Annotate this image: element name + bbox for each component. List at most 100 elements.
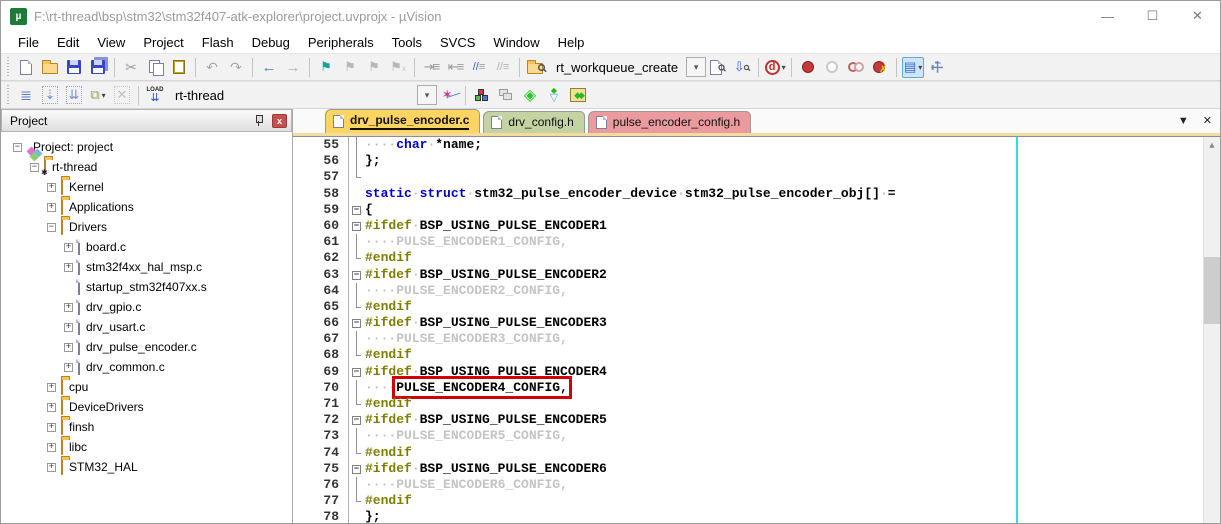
redo-button[interactable]: ↷: [225, 57, 247, 78]
code-editor[interactable]: 55····char·*name;56};5758static·struct·s…: [293, 136, 1220, 523]
tree-item-board-c[interactable]: +board.c: [1, 237, 292, 257]
expand-icon[interactable]: +: [64, 363, 73, 372]
line-number[interactable]: 68: [293, 347, 349, 363]
tree-item-libc[interactable]: +libc: [1, 437, 292, 457]
disable-breakpoint-button[interactable]: [821, 57, 843, 78]
tree-item-drv-pulse-encoder-c[interactable]: +drv_pulse_encoder.c: [1, 337, 292, 357]
runtime-environment-button[interactable]: ◈: [519, 85, 541, 106]
undo-button[interactable]: ↶: [201, 57, 223, 78]
new-file-button[interactable]: [15, 57, 37, 78]
line-number[interactable]: 66: [293, 315, 349, 331]
toolbar-grip[interactable]: [6, 57, 11, 77]
target-options-button[interactable]: ✶╱: [438, 85, 460, 106]
translate-button[interactable]: ≣: [15, 85, 37, 106]
disable-all-breakpoints-button[interactable]: [845, 57, 867, 78]
stop-build-button[interactable]: ✕: [111, 85, 133, 106]
fold-marker-icon[interactable]: −: [349, 202, 365, 218]
fold-marker-icon[interactable]: −: [349, 267, 365, 283]
debug-button[interactable]: d▾: [764, 57, 786, 78]
prev-bookmark-button[interactable]: ⚑: [339, 57, 361, 78]
search-combo-dropdown-icon[interactable]: ▾: [686, 57, 706, 77]
line-number[interactable]: 61: [293, 234, 349, 250]
clear-bookmarks-button[interactable]: ⚑x: [387, 57, 409, 78]
tree-item-drv-usart-c[interactable]: +drv_usart.c: [1, 317, 292, 337]
cut-button[interactable]: ✂: [120, 57, 142, 78]
line-number[interactable]: 56: [293, 153, 349, 169]
batch-build-button[interactable]: ⧉▾: [87, 85, 109, 106]
tab-drv-config-h[interactable]: drv_config.h: [483, 111, 584, 133]
maximize-button[interactable]: ☐: [1130, 1, 1175, 31]
tree-item-drv-gpio-c[interactable]: +drv_gpio.c: [1, 297, 292, 317]
expand-icon[interactable]: +: [47, 403, 56, 412]
menu-view[interactable]: View: [88, 33, 134, 52]
panel-close-icon[interactable]: x: [272, 114, 287, 128]
indent-left-button[interactable]: ⇤≡: [444, 57, 466, 78]
collapse-icon[interactable]: −: [47, 223, 56, 232]
menu-peripherals[interactable]: Peripherals: [299, 33, 383, 52]
tab-close-icon[interactable]: ✕: [1203, 114, 1212, 127]
line-number[interactable]: 74: [293, 445, 349, 461]
expand-icon[interactable]: +: [64, 303, 73, 312]
configure-wrench-button[interactable]: ⚒: [926, 57, 948, 78]
tab-pulse-encoder-config-h[interactable]: pulse_encoder_config.h: [588, 111, 751, 133]
kill-all-breakpoints-button[interactable]: ✗: [869, 57, 891, 78]
expand-icon[interactable]: +: [47, 203, 56, 212]
open-file-button[interactable]: [39, 57, 61, 78]
menu-window[interactable]: Window: [484, 33, 548, 52]
target-select-combo[interactable]: rt-thread▾: [167, 85, 437, 106]
window-stack-button[interactable]: [495, 85, 517, 106]
target-select-value[interactable]: rt-thread: [167, 88, 417, 103]
tree-item-project-project[interactable]: −Project: project: [1, 137, 292, 157]
tree-item-stm32-hal[interactable]: +STM32_HAL: [1, 457, 292, 477]
line-number[interactable]: 60: [293, 218, 349, 234]
line-number[interactable]: 55: [293, 137, 349, 153]
target-select-dropdown-icon[interactable]: ▾: [417, 85, 437, 105]
tree-item-applications[interactable]: +Applications: [1, 197, 292, 217]
menu-project[interactable]: Project: [134, 33, 192, 52]
line-number[interactable]: 62: [293, 250, 349, 266]
incremental-find-button[interactable]: ⇩: [731, 57, 753, 78]
toggle-breakpoint-button[interactable]: [797, 57, 819, 78]
navigate-forward-button[interactable]: →: [282, 57, 304, 78]
menu-file[interactable]: File: [9, 33, 48, 52]
expand-icon[interactable]: +: [47, 423, 56, 432]
expand-icon[interactable]: +: [64, 243, 73, 252]
expand-icon[interactable]: +: [64, 263, 73, 272]
navigate-back-button[interactable]: ←: [258, 57, 280, 78]
tab-drv-pulse-encoder-c[interactable]: drv_pulse_encoder.c: [325, 109, 480, 133]
fold-marker-icon[interactable]: −: [349, 364, 365, 380]
editor-scrollbar[interactable]: ▲: [1203, 137, 1220, 523]
expand-icon[interactable]: +: [47, 443, 56, 452]
expand-icon[interactable]: +: [47, 463, 56, 472]
expand-icon[interactable]: +: [64, 323, 73, 332]
search-combo[interactable]: rt_workqueue_create▾: [548, 57, 706, 78]
line-number[interactable]: 73: [293, 428, 349, 444]
window-layout-button[interactable]: ▤▾: [902, 57, 924, 78]
menu-help[interactable]: Help: [549, 33, 594, 52]
expand-icon[interactable]: +: [47, 383, 56, 392]
toolbar-grip[interactable]: [6, 85, 11, 105]
rebuild-button[interactable]: ⇊: [63, 85, 85, 106]
indent-right-button[interactable]: ⇥≡: [420, 57, 442, 78]
tree-item-kernel[interactable]: +Kernel: [1, 177, 292, 197]
tree-item-drv-common-c[interactable]: +drv_common.c: [1, 357, 292, 377]
scroll-up-icon[interactable]: ▲: [1204, 137, 1220, 154]
tree-item-startup-stm32f407xx-s[interactable]: startup_stm32f407xx.s: [1, 277, 292, 297]
menu-flash[interactable]: Flash: [193, 33, 243, 52]
line-number[interactable]: 58: [293, 186, 349, 202]
line-number[interactable]: 59: [293, 202, 349, 218]
line-number[interactable]: 64: [293, 283, 349, 299]
fold-marker-icon[interactable]: −: [349, 412, 365, 428]
close-button[interactable]: ✕: [1175, 1, 1220, 31]
line-number[interactable]: 78: [293, 509, 349, 523]
manage-components-button[interactable]: [471, 85, 493, 106]
tree-item-finsh[interactable]: +finsh: [1, 417, 292, 437]
tree-item-drivers[interactable]: −Drivers: [1, 217, 292, 237]
tab-list-dropdown-icon[interactable]: ▼: [1178, 115, 1189, 127]
tree-item-cpu[interactable]: +cpu: [1, 377, 292, 397]
comment-button[interactable]: //≡: [468, 57, 490, 78]
pin-icon[interactable]: [254, 115, 264, 126]
uncomment-button[interactable]: //≡: [492, 57, 514, 78]
menu-debug[interactable]: Debug: [243, 33, 299, 52]
collapse-icon[interactable]: −: [13, 143, 22, 152]
